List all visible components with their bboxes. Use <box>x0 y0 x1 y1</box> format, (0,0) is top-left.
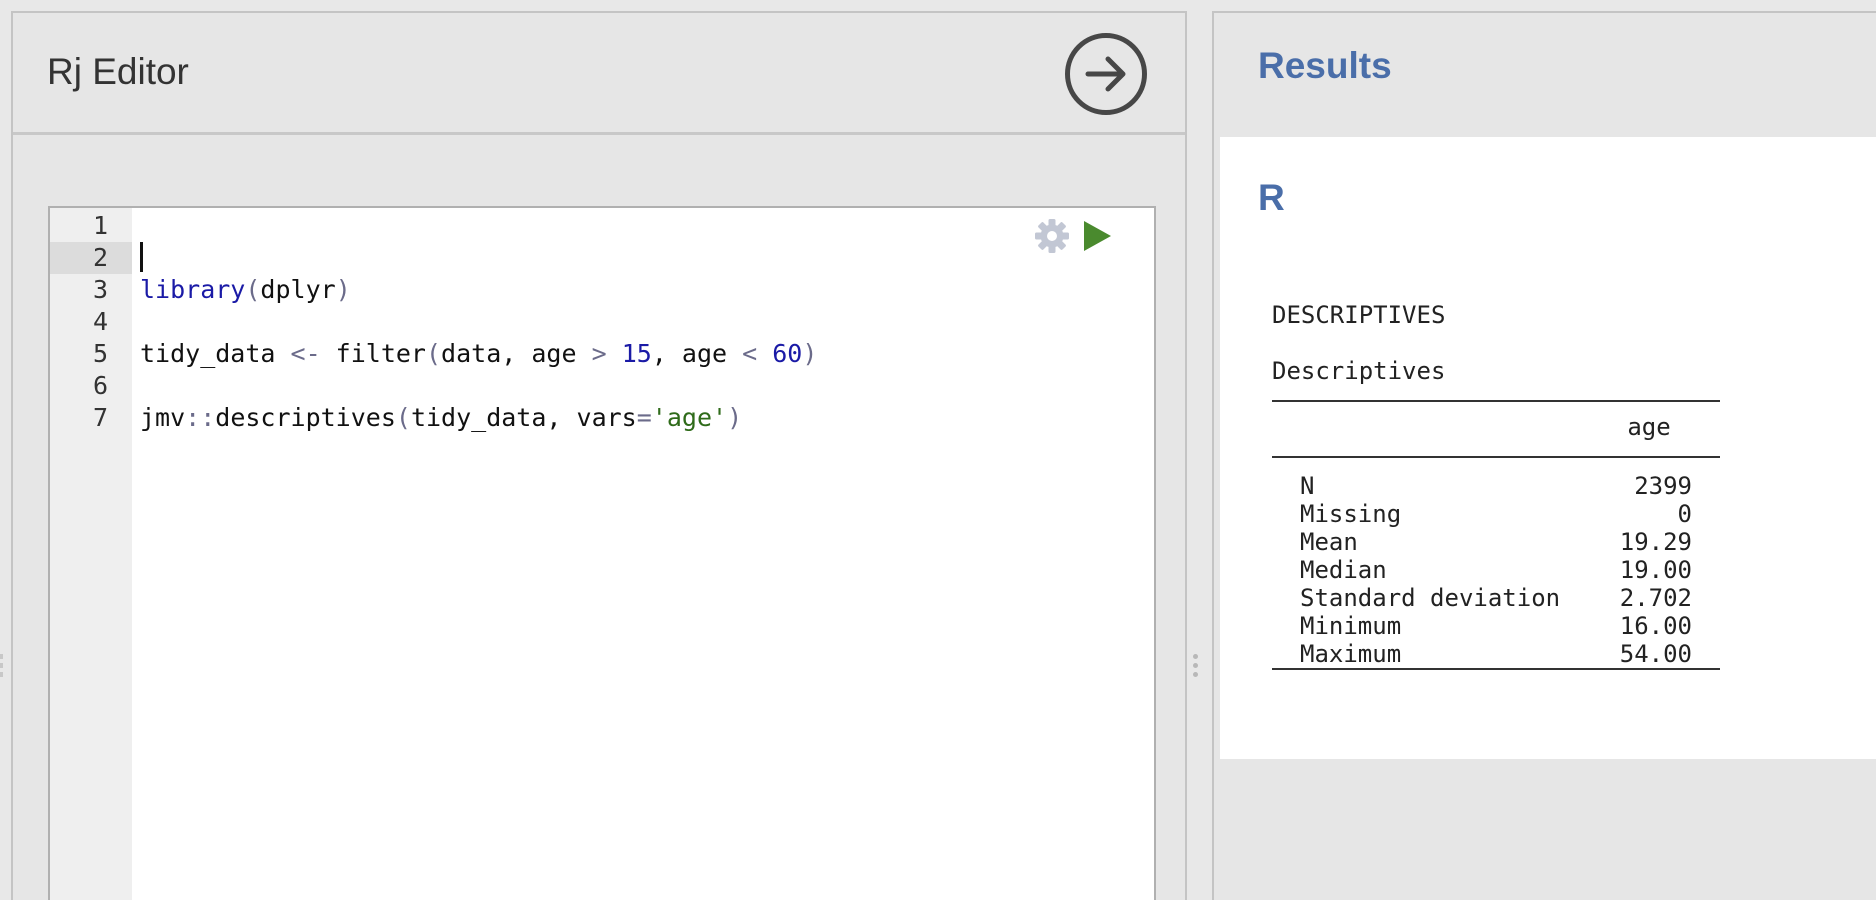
table-title: Descriptives <box>1272 357 1446 385</box>
stat-value: 54.00 <box>1619 640 1692 668</box>
gear-icon <box>1035 219 1069 253</box>
line-number: 5 <box>92 339 108 368</box>
code-editor[interactable]: 1234567 library(dplyr) tidy_data <- filte… <box>48 206 1156 900</box>
editor-title: Rj Editor <box>47 51 189 92</box>
table-row: N 2399 <box>1272 472 1720 500</box>
code-line[interactable]: library(dplyr) <box>140 274 351 306</box>
code-token: tidy_data <box>140 339 291 368</box>
stat-value: 2.702 <box>1619 584 1692 612</box>
results-title: Results <box>1258 45 1392 86</box>
code-token: :: <box>185 403 216 432</box>
table-row: Maximum 54.00 <box>1272 640 1720 668</box>
code-token: , age <box>651 339 743 368</box>
results-section-heading[interactable]: R <box>1258 179 1285 216</box>
code-token: ) <box>335 275 351 304</box>
code-token: ( <box>425 339 442 368</box>
code-token: > <box>591 339 607 368</box>
code-token: ( <box>395 403 411 432</box>
results-panel: Results R DESCRIPTIVES Descriptives age … <box>1212 11 1876 900</box>
code-token: data, age <box>441 339 592 368</box>
run-code-button[interactable] <box>1080 218 1114 254</box>
code-token: 'age' <box>651 403 728 432</box>
line-number: 3 <box>92 275 108 304</box>
stat-label: Minimum <box>1300 612 1402 640</box>
stat-label: N <box>1300 472 1315 500</box>
code-token: jmv <box>140 403 186 432</box>
table-row: Missing 0 <box>1272 500 1720 528</box>
code-token: = <box>636 403 652 432</box>
code-token: ( <box>245 275 261 304</box>
stat-value: 19.29 <box>1619 528 1692 556</box>
table-row: Standard deviation 2.702 <box>1272 584 1720 612</box>
results-card: R DESCRIPTIVES Descriptives age N 2399 Mis… <box>1220 137 1876 759</box>
arrow-right-circle-icon <box>1085 56 1126 92</box>
stat-value: 0 <box>1677 500 1692 528</box>
table-header-rule <box>1272 456 1720 458</box>
stat-value: 2399 <box>1634 472 1692 500</box>
analysis-title: DESCRIPTIVES <box>1272 301 1446 329</box>
table-top-rule <box>1272 400 1720 402</box>
line-number: 7 <box>92 403 108 432</box>
stat-label: Standard deviation <box>1300 584 1561 612</box>
code-token: tidy_data, vars <box>410 403 637 432</box>
editor-header: Rj Editor <box>13 13 1185 135</box>
app-window: Rj Editor 1234567 library(dplyr) tidy_dat… <box>0 0 1876 900</box>
stat-label: Missing <box>1300 500 1402 528</box>
stat-value: 19.00 <box>1619 556 1692 584</box>
code-token: ) <box>727 403 743 432</box>
text-cursor <box>140 242 143 272</box>
code-token: < <box>742 339 758 368</box>
play-icon <box>1084 221 1111 251</box>
code-token: dplyr <box>260 275 336 304</box>
table-bottom-rule <box>1272 668 1720 670</box>
line-number: 2 <box>92 243 108 272</box>
code-token: descriptives <box>215 403 396 432</box>
code-token: library <box>140 275 246 304</box>
stat-label: Median <box>1300 556 1387 584</box>
editor-panel: Rj Editor 1234567 library(dplyr) tidy_dat… <box>11 11 1187 900</box>
panel-splitter[interactable] <box>1190 650 1200 690</box>
left-resize-handle[interactable] <box>0 650 4 690</box>
code-token: filter <box>320 339 426 368</box>
line-number: 6 <box>92 371 108 400</box>
stat-label: Mean <box>1300 528 1358 556</box>
code-line[interactable]: jmv::descriptives(tidy_data, vars='age') <box>140 402 742 434</box>
column-header-age: age <box>1627 413 1671 441</box>
code-token: 15 <box>621 339 652 368</box>
line-number: 4 <box>92 307 108 336</box>
code-token: 60 <box>772 339 803 368</box>
code-token: <- <box>290 339 321 368</box>
table-row: Minimum 16.00 <box>1272 612 1720 640</box>
editor-settings-button[interactable] <box>1032 216 1072 256</box>
line-number: 1 <box>92 211 108 240</box>
stat-value: 16.00 <box>1619 612 1692 640</box>
table-row: Mean 19.29 <box>1272 528 1720 556</box>
stat-label: Maximum <box>1300 640 1402 668</box>
code-line[interactable]: tidy_data <- filter(data, age > 15, age … <box>140 338 817 370</box>
table-row: Median 19.00 <box>1272 556 1720 584</box>
code-token: ) <box>802 339 818 368</box>
run-arrow-button[interactable] <box>1065 33 1147 115</box>
